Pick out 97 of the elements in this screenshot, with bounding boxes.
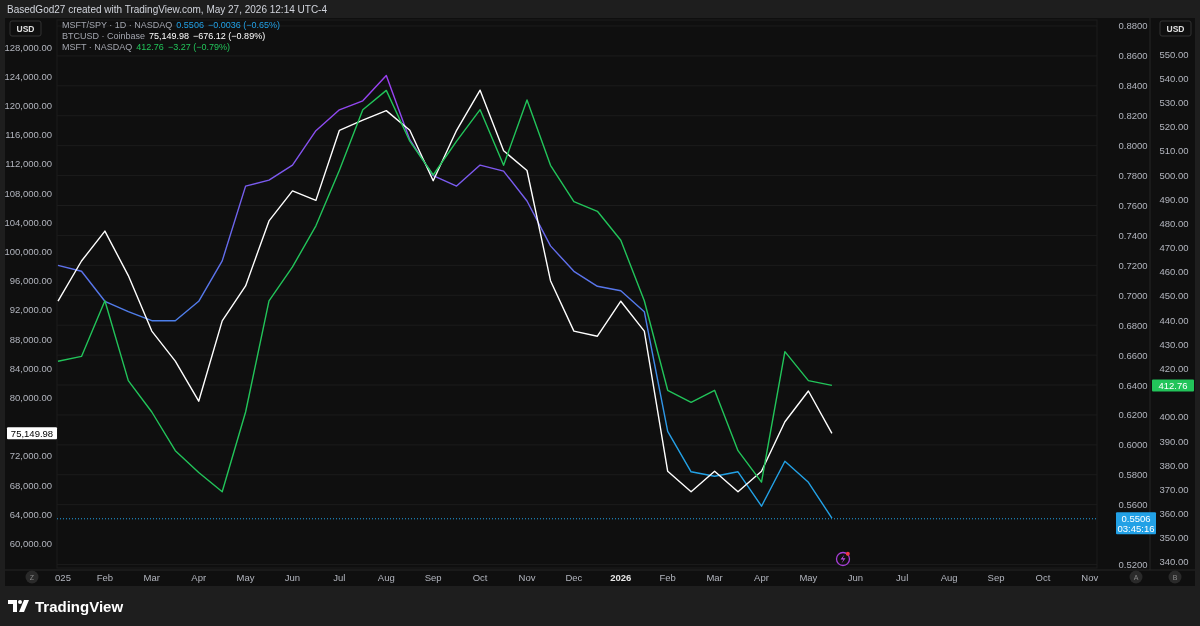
axis-label: 72,000.00 [9, 450, 52, 462]
axis-label: Jul [333, 572, 346, 583]
axis-label: 390.00 [1159, 435, 1189, 447]
legend-value: 75,149.98 [149, 31, 190, 41]
axis-label: 350.00 [1159, 532, 1189, 544]
axis-label: Mar [706, 572, 723, 583]
axis-label: 460.00 [1159, 266, 1189, 278]
axis-label: May [236, 572, 255, 583]
axis-label: 2026 [610, 572, 632, 583]
axis-label: 0.5800 [1118, 469, 1148, 481]
axis-label: May [799, 572, 818, 583]
axis-label: 0.5600 [1118, 499, 1148, 511]
axis-label: 430.00 [1159, 338, 1189, 350]
axis-label: 550.00 [1159, 48, 1189, 60]
legend-value: 412.76 [136, 42, 164, 52]
price-label: 0.5506 03:45:16 [1116, 512, 1156, 535]
price-label: 75,149.98 [7, 427, 57, 440]
axis-label: 120,000.00 [5, 100, 52, 111]
axis-label: Jun [284, 572, 301, 583]
axis-label: Apr [754, 572, 769, 583]
axis-label: 116,000.00 [5, 129, 52, 141]
axis-label: Feb [96, 572, 114, 583]
axis-label: 100,000.00 [5, 246, 52, 258]
axis-label: Oct [472, 572, 488, 583]
axis-label: Jul [896, 572, 909, 583]
axis-label: Oct [1035, 572, 1051, 583]
axis-label: 025 [55, 572, 71, 583]
axis-label: 380.00 [1159, 459, 1189, 471]
axis-label: Apr [191, 572, 207, 583]
axis-label: Nov [518, 572, 536, 583]
axis-label: Feb [659, 572, 676, 583]
axis-label: Nov [1081, 572, 1099, 583]
axis-label: Aug [377, 572, 395, 583]
legend-change: −676.12 (−0.89%) [193, 31, 266, 41]
logo-icon [8, 600, 30, 612]
axis-label: 340.00 [1159, 556, 1189, 568]
axis-label: 0.6200 [1118, 409, 1148, 421]
axis-label: 510.00 [1159, 145, 1189, 157]
axis-label: 60,000.00 [9, 538, 52, 550]
axis-label: 0.7600 [1118, 200, 1148, 211]
legend-symbol: MSFT · NASDAQ [62, 42, 133, 52]
currency-button[interactable]: USD [1159, 20, 1192, 37]
currency-button[interactable]: USD [9, 20, 42, 37]
axis-label: 480.00 [1159, 217, 1189, 229]
axis-label: 112,000.00 [5, 158, 52, 170]
axis-label: 108,000.00 [5, 187, 52, 199]
axis-label: Sep [424, 572, 442, 583]
axis-label: 500.00 [1159, 169, 1189, 181]
axis-label: 88,000.00 [9, 333, 52, 345]
chart-credit: BasedGod27 created with TradingView.com, May 27, 2026 12:14 UTC-4 [7, 3, 327, 15]
axis-label: 0.8000 [1118, 140, 1148, 152]
axis-label: 440.00 [1159, 314, 1189, 326]
axis-label: 400.00 [1159, 411, 1189, 423]
axis-label: 0.7400 [1118, 229, 1148, 241]
axis-label: 0.8600 [1118, 50, 1148, 62]
axis-label: 80,000.00 [9, 392, 52, 404]
legend-change: −3.27 (−0.79%) [167, 42, 230, 52]
axis-label: 104,000.00 [5, 216, 52, 228]
legend-value: 0.5506 [176, 20, 204, 30]
axis-label: 64,000.00 [9, 508, 52, 520]
axis-label: 520.00 [1159, 121, 1189, 133]
axis-label: 530.00 [1159, 96, 1189, 108]
axis-label: 0.5200 [1118, 559, 1148, 571]
axis-label: 92,000.00 [9, 304, 52, 316]
axis-label: Dec [565, 572, 583, 583]
axis-label: 68,000.00 [9, 479, 52, 491]
axis-label: 84,000.00 [9, 362, 52, 374]
legend-change: −0.0036 (−0.65%) [207, 20, 280, 30]
axis-label: 490.00 [1159, 193, 1189, 205]
axis-label: 450.00 [1159, 290, 1189, 302]
axis-label: Mar [143, 572, 160, 583]
axis-label: 124,000.00 [5, 70, 52, 82]
axis-label: 370.00 [1159, 483, 1189, 495]
axis-label: Sep [987, 572, 1005, 583]
axis-label: 0.6000 [1118, 439, 1148, 451]
axis-label: Jun [847, 572, 863, 583]
axis-label: 0.8800 [1118, 20, 1148, 32]
axis-label: 470.00 [1159, 242, 1189, 254]
brand-name: TradingView [35, 597, 124, 615]
axis-label: 0.6600 [1118, 349, 1148, 361]
axis-label: Aug [940, 572, 958, 583]
axis-label: 96,000.00 [9, 275, 52, 287]
legend-symbol: MSFT/SPY · 1D · NASDAQ [62, 20, 173, 30]
axis-label: 0.8200 [1118, 110, 1148, 122]
axis-label: 0.7200 [1118, 259, 1148, 271]
price-label: 412.76 [1152, 379, 1194, 392]
axis-label: 128,000.00 [5, 41, 52, 53]
axis-label: 540.00 [1159, 72, 1189, 84]
axis-label: 0.7800 [1118, 170, 1148, 182]
axis-label: 420.00 [1159, 363, 1189, 374]
axis-label: 0.8400 [1118, 80, 1148, 92]
axis-label: 360.00 [1159, 508, 1189, 520]
legend-symbol: BTCUSD · Coinbase [62, 31, 146, 41]
lightning-icon[interactable] [835, 551, 851, 567]
axis-label: 0.6800 [1118, 319, 1148, 331]
axis-label: 0.6400 [1118, 379, 1148, 391]
axis-label: 0.7000 [1118, 289, 1148, 301]
